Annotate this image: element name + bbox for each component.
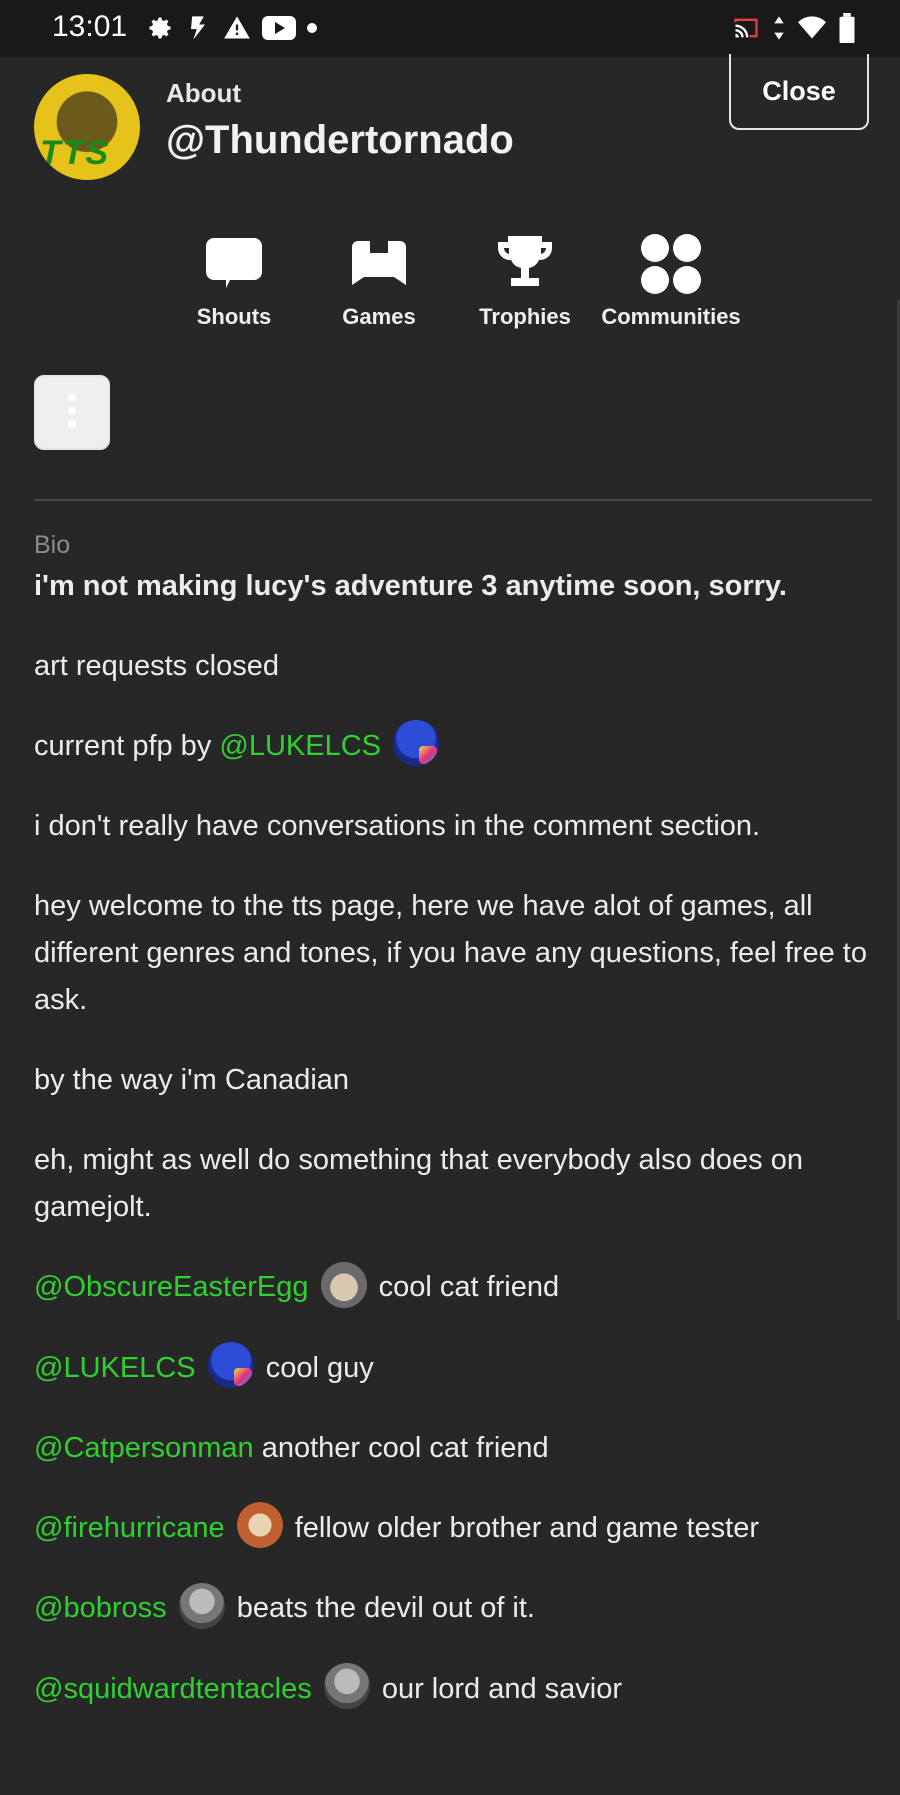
friend-line: @bobross beats the devil out of it. — [34, 1582, 874, 1632]
mention-link[interactable]: @LUKELCS — [219, 730, 381, 762]
friend-description: another cool cat friend — [261, 1432, 549, 1465]
friend-line: @LUKELCS cool guy — [34, 1342, 874, 1392]
profile-username: @Thundertornado — [166, 118, 514, 162]
close-button[interactable]: Close — [729, 54, 869, 130]
more-options-button[interactable] — [34, 375, 110, 450]
bio-section: Bio i'm not making lucy's adventure 3 an… — [34, 527, 874, 1713]
pfp-credit-text: current pfp by — [34, 730, 212, 762]
profile-avatar: TTS — [34, 74, 140, 180]
friend-description: our lord and savior — [381, 1672, 623, 1705]
bio-art-requests: art requests closed — [34, 650, 280, 682]
friend-line: @squidwardtentacles our lord and savior — [34, 1663, 874, 1713]
user-avatar-icon — [207, 1342, 254, 1389]
mention-link[interactable]: @ObscureEasterEgg — [34, 1271, 308, 1303]
user-avatar-icon — [393, 720, 440, 767]
gear-icon — [146, 14, 174, 42]
nav-trophies[interactable]: Trophies — [455, 230, 595, 330]
friend-description: fellow older brother and game tester — [294, 1512, 760, 1545]
dot-icon — [306, 22, 318, 34]
nav-shouts[interactable]: Shouts — [164, 230, 304, 330]
nav-shouts-label: Shouts — [196, 304, 272, 329]
user-avatar-icon — [236, 1502, 283, 1549]
mention-link[interactable]: @firehurricane — [34, 1512, 225, 1544]
mention-link[interactable]: @squidwardtentacles — [34, 1673, 312, 1705]
gamepad-icon — [309, 230, 449, 298]
data-arrows-icon — [772, 14, 786, 42]
friend-description: cool guy — [265, 1351, 374, 1384]
mention-link[interactable]: @LUKELCS — [34, 1352, 196, 1384]
more-vertical-icon — [67, 393, 77, 432]
communities-icon — [601, 230, 741, 298]
bio-label: Bio — [34, 531, 71, 559]
bio-pfp-credit: current pfp by @LUKELCS — [34, 720, 874, 770]
bio-conversations: i don't really have conversations in the… — [34, 810, 761, 843]
trophy-icon — [455, 230, 595, 298]
friend-line: @ObscureEasterEgg cool cat friend — [34, 1261, 874, 1311]
friend-description: beats the devil out of it. — [236, 1592, 535, 1625]
status-time: 13:01 — [52, 10, 128, 43]
nav-communities[interactable]: Communities — [601, 230, 741, 330]
mention-link[interactable]: @bobross — [34, 1592, 167, 1624]
bio-gamejolt: eh, might as well do something that ever… — [34, 1144, 803, 1224]
nav-communities-label: Communities — [601, 304, 741, 329]
friend-line: @firehurricane fellow older brother and … — [34, 1502, 874, 1552]
about-label: About — [166, 78, 242, 108]
profile-nav: Shouts Games Trophies Communities — [0, 230, 900, 340]
friend-line: @Catpersonman another cool cat friend — [34, 1425, 874, 1472]
nav-games-label: Games — [342, 304, 416, 329]
warning-icon — [222, 14, 252, 42]
chat-bubble-icon — [164, 230, 304, 298]
wifi-icon — [796, 14, 828, 42]
battery-icon — [838, 13, 856, 43]
section-divider — [34, 499, 872, 501]
nav-games[interactable]: Games — [309, 230, 449, 330]
user-avatar-icon — [320, 1261, 367, 1308]
mention-link[interactable]: @Catpersonman — [34, 1432, 254, 1464]
status-left-icons — [146, 10, 318, 46]
user-avatar-icon — [323, 1663, 370, 1710]
bio-welcome: hey welcome to the tts page, here we hav… — [34, 890, 867, 1017]
friend-description: cool cat friend — [378, 1271, 560, 1304]
nav-trophies-label: Trophies — [479, 304, 571, 329]
avatar-logo-text: TTS — [40, 134, 111, 172]
cast-icon — [730, 14, 762, 42]
user-avatar-icon — [178, 1582, 225, 1629]
bio-canadian: by the way i'm Canadian — [34, 1064, 350, 1097]
bio-headline: i'm not making lucy's adventure 3 anytim… — [34, 570, 787, 602]
status-right-icons — [730, 10, 856, 46]
youtube-icon — [262, 15, 296, 41]
flash-icon — [184, 13, 212, 43]
status-bar: 13:01 — [0, 0, 900, 57]
